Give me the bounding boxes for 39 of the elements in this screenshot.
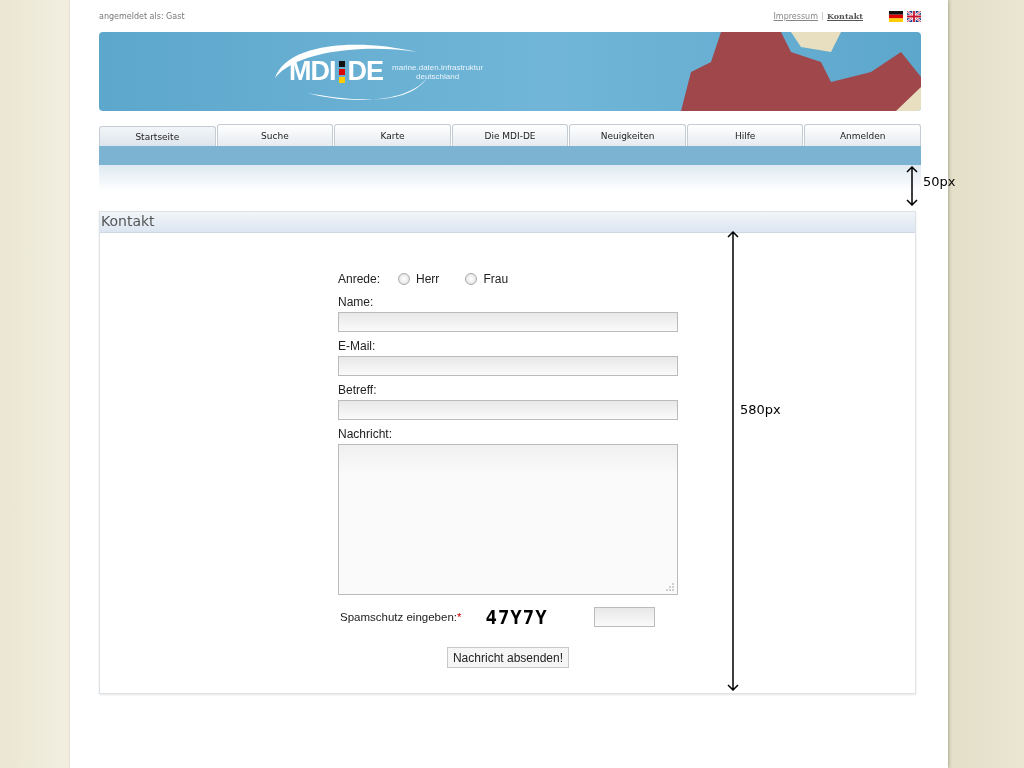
login-status: angemeldet als: Gast xyxy=(99,11,185,21)
submit-button[interactable]: Nachricht absenden! xyxy=(446,647,570,668)
uk-flag-icon[interactable] xyxy=(907,10,921,22)
flag-dots-icon xyxy=(338,60,345,83)
field-label: Betreff: xyxy=(338,383,378,397)
dimension-label: 50px xyxy=(923,174,956,189)
nav-tab[interactable]: Startseite xyxy=(99,126,216,146)
logo-text: MDI xyxy=(289,56,336,87)
radio-label: Herr xyxy=(416,272,440,286)
header-link[interactable]: Kontakt xyxy=(826,11,863,21)
input-field[interactable] xyxy=(338,356,678,376)
logo-tagline: marine.daten.infrastruktur xyxy=(392,62,484,72)
input-field[interactable] xyxy=(338,400,678,420)
nav-tab[interactable]: Neuigkeiten xyxy=(569,124,686,146)
field-label: Name: xyxy=(338,295,375,309)
input-field[interactable] xyxy=(338,312,678,332)
nav-tab[interactable]: Die MDI-DE xyxy=(451,124,569,146)
german-flag-icon[interactable] xyxy=(889,10,903,22)
logo-text: DE xyxy=(347,56,383,87)
field-label: Anrede: xyxy=(338,272,381,286)
logo-tagline: deutschland xyxy=(416,71,460,81)
dimension-label: 580px xyxy=(740,402,781,417)
nav-tab[interactable]: Hilfe xyxy=(686,124,804,146)
field-label: E-Mail: xyxy=(338,339,377,353)
nav-tab[interactable]: Karte xyxy=(334,124,451,146)
radio-button[interactable] xyxy=(398,273,411,285)
captcha-label: Spamschutz eingeben:* xyxy=(340,611,462,623)
resize-grip-icon xyxy=(665,582,674,591)
header-link[interactable]: Impressum xyxy=(773,11,818,21)
captcha-code: 47Y7Y xyxy=(485,606,548,628)
nav-tab[interactable]: Anmelden xyxy=(804,124,922,146)
radio-label: Frau xyxy=(483,272,509,286)
panel-title: Kontakt xyxy=(100,212,915,233)
message-field[interactable] xyxy=(338,444,678,595)
radio-button[interactable] xyxy=(465,273,478,285)
dimension-arrow xyxy=(906,166,918,206)
nav-tab[interactable]: Suche xyxy=(216,124,334,146)
field-label: Nachricht: xyxy=(338,427,394,441)
captcha-field[interactable] xyxy=(593,607,655,627)
